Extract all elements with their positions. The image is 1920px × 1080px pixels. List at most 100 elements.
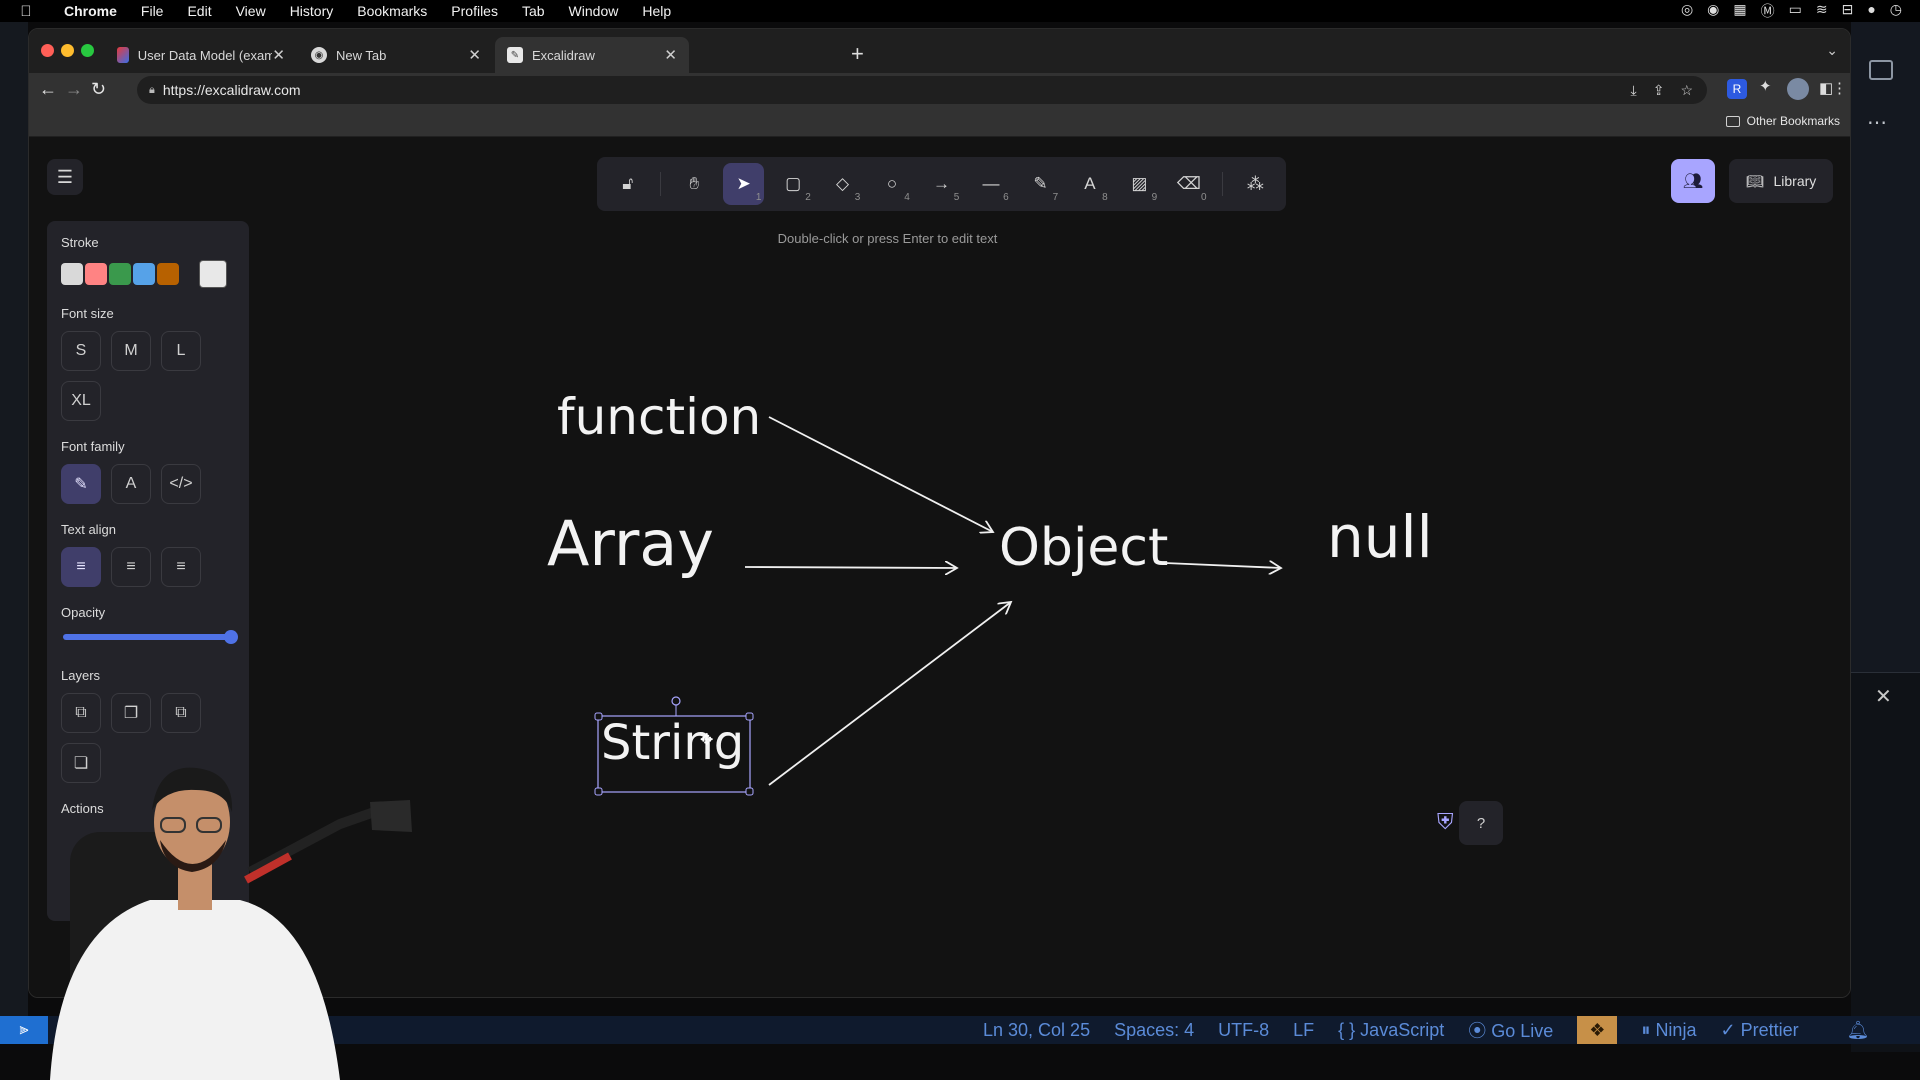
siri-icon[interactable]: ●: [1867, 1, 1875, 21]
stroke-color-swatch[interactable]: [61, 263, 83, 285]
selection-tool-icon[interactable]: ➤ 1: [722, 163, 765, 205]
ninja-button[interactable]: ⏸︎ Ninja: [1641, 1020, 1696, 1041]
resize-handle[interactable]: [745, 712, 754, 721]
library-button[interactable]: 📖︎ Library: [1729, 159, 1833, 203]
stroke-color-swatch[interactable]: [157, 263, 179, 285]
wifi-icon[interactable]: ≋: [1816, 1, 1828, 21]
arrow-array-object[interactable]: [744, 567, 957, 568]
send-backward-icon[interactable]: ❐: [111, 693, 151, 733]
font-size-l-button[interactable]: L: [161, 331, 201, 371]
font-size-m-button[interactable]: M: [111, 331, 151, 371]
tab-new-tab[interactable]: ◉ New Tab ✕: [299, 37, 493, 73]
screen-record-icon[interactable]: ▭: [1789, 1, 1802, 21]
resize-handle[interactable]: [594, 712, 603, 721]
rectangle-tool-icon[interactable]: ▢ 2: [772, 163, 813, 205]
font-size-s-button[interactable]: S: [61, 331, 101, 371]
arrow-function-object[interactable]: [768, 416, 993, 532]
tab-close-icon[interactable]: ✕: [664, 46, 677, 64]
m-icon[interactable]: Ⓜ: [1761, 1, 1775, 21]
arrow-tool-icon[interactable]: → 5: [921, 163, 962, 205]
arrow-string-object[interactable]: [768, 602, 1011, 786]
live-collaboration-button[interactable]: 👥︎: [1671, 159, 1715, 203]
zoom-window-button[interactable]: [81, 44, 94, 57]
hand-tool-icon[interactable]: ✋︎: [673, 163, 714, 205]
extension-icon[interactable]: R: [1727, 79, 1747, 99]
reload-icon[interactable]: ↻: [91, 79, 106, 100]
grid-icon[interactable]: ▦: [1733, 1, 1746, 21]
language-mode[interactable]: { } JavaScript: [1338, 1020, 1444, 1041]
back-icon[interactable]: ←: [39, 79, 57, 100]
apple-icon[interactable]: : [0, 3, 52, 20]
image-tool-icon[interactable]: ▨ 9: [1119, 163, 1160, 205]
text-tool-icon[interactable]: A8: [1069, 163, 1110, 205]
shield-icon[interactable]: ⛨: [1437, 809, 1454, 835]
send-to-back-icon[interactable]: ⧉: [61, 693, 101, 733]
font-size-xl-button[interactable]: XL: [61, 381, 101, 421]
align-left-icon[interactable]: ≡: [61, 547, 101, 587]
menu-history[interactable]: History: [278, 3, 346, 19]
extensions-puzzle-icon[interactable]: ✦: [1759, 77, 1772, 95]
text-string[interactable]: String: [601, 715, 744, 771]
main-menu-button[interactable]: ☰: [47, 159, 83, 195]
rotation-handle[interactable]: [671, 696, 681, 706]
new-tab-icon[interactable]: +: [851, 41, 864, 67]
close-window-button[interactable]: [41, 44, 54, 57]
lock-tool-icon[interactable]: 🔓︎: [607, 163, 648, 205]
opacity-thumb[interactable]: [224, 630, 238, 644]
stroke-color-swatch[interactable]: [85, 263, 107, 285]
share-icon[interactable]: ⇪: [1653, 82, 1665, 99]
menu-help[interactable]: Help: [630, 3, 683, 19]
prettier-button[interactable]: ✓ Prettier: [1720, 1020, 1798, 1041]
profile-avatar[interactable]: [1787, 78, 1809, 100]
tab-user-data-model[interactable]: User Data Model (example) — I ✕: [105, 37, 297, 73]
stroke-color-swatch[interactable]: [133, 263, 155, 285]
chrome-menu-icon[interactable]: ⋮: [1832, 79, 1847, 97]
panel-close-icon[interactable]: ✕: [1875, 684, 1892, 709]
camera-icon[interactable]: ◉: [1707, 1, 1719, 21]
menu-tab[interactable]: Tab: [510, 3, 557, 19]
notifications-icon[interactable]: 🔔︎: [1847, 1020, 1870, 1041]
indentation[interactable]: Spaces: 4: [1114, 1020, 1194, 1041]
draw-tool-icon[interactable]: ✎ 7: [1020, 163, 1061, 205]
text-array[interactable]: Array: [547, 507, 714, 580]
end-of-line[interactable]: LF: [1293, 1020, 1314, 1041]
menu-file[interactable]: File: [129, 3, 176, 19]
bring-forward-icon[interactable]: ⧉: [161, 693, 201, 733]
copilot-icon[interactable]: ❖: [1577, 1016, 1618, 1044]
other-bookmarks[interactable]: Other Bookmarks: [1725, 114, 1840, 128]
arrow-object-null[interactable]: [1164, 563, 1281, 568]
align-right-icon[interactable]: ≡: [161, 547, 201, 587]
help-button[interactable]: ?: [1459, 801, 1503, 845]
tab-search-icon[interactable]: ⌄: [1826, 42, 1838, 59]
address-bar[interactable]: 🔒︎ https://excalidraw.com ⤓ ⇪ ☆: [137, 76, 1707, 104]
status-icon[interactable]: ◎: [1681, 1, 1693, 21]
minimize-window-button[interactable]: [61, 44, 74, 57]
diamond-tool-icon[interactable]: ◇ 3: [822, 163, 863, 205]
ellipse-tool-icon[interactable]: ○ 4: [871, 163, 912, 205]
tab-close-icon[interactable]: ✕: [468, 46, 481, 64]
menu-bookmarks[interactable]: Bookmarks: [345, 3, 439, 19]
text-null[interactable]: null: [1327, 503, 1433, 571]
forward-icon[interactable]: →: [65, 79, 83, 100]
go-live-button[interactable]: ⦿ Go Live: [1468, 1017, 1553, 1043]
font-hand-drawn-icon[interactable]: ✎: [61, 464, 101, 504]
font-normal-icon[interactable]: A: [111, 464, 151, 504]
stroke-color-swatch[interactable]: [109, 263, 131, 285]
lock-icon[interactable]: 🔒︎: [149, 84, 155, 97]
line-tool-icon[interactable]: —6: [970, 163, 1011, 205]
encoding[interactable]: UTF-8: [1218, 1020, 1269, 1041]
text-object[interactable]: Object: [999, 518, 1168, 578]
text-function[interactable]: function: [557, 388, 761, 446]
cursor-position[interactable]: Ln 30, Col 25: [983, 1020, 1090, 1041]
current-stroke-color[interactable]: [199, 260, 227, 288]
control-center-icon[interactable]: ⊟: [1842, 1, 1854, 21]
more-icon[interactable]: ⋯: [1867, 110, 1888, 135]
opacity-slider[interactable]: [63, 630, 238, 644]
clock-icon[interactable]: ◷: [1890, 1, 1902, 21]
menu-view[interactable]: View: [224, 3, 278, 19]
menu-chrome[interactable]: Chrome: [52, 3, 129, 19]
bookmark-star-icon[interactable]: ☆: [1680, 82, 1693, 99]
menu-window[interactable]: Window: [557, 3, 631, 19]
resize-handle[interactable]: [594, 787, 603, 796]
layout-icon[interactable]: [1869, 60, 1893, 80]
